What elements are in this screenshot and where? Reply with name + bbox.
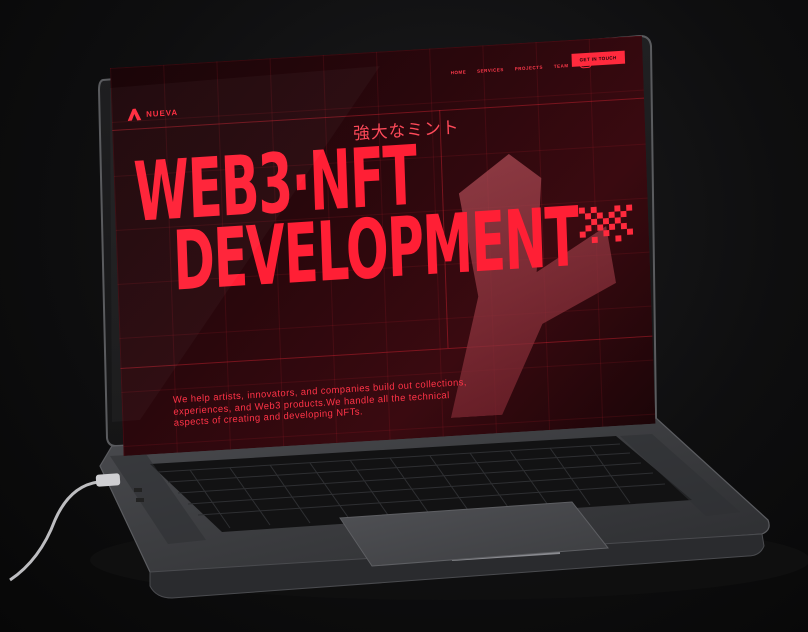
- headline-line-2: DEVELOPMENT: [171, 189, 580, 310]
- nav-home[interactable]: HOME: [451, 69, 467, 75]
- logo-mark-icon: [127, 108, 141, 121]
- brand-name: NUEVA: [145, 107, 179, 119]
- nav-services[interactable]: SERVICES: [477, 67, 504, 74]
- product-photo-scene: NUEVA HOME SERVICES PROJECTS TEAM GET IN…: [0, 0, 808, 632]
- website-on-screen: NUEVA HOME SERVICES PROJECTS TEAM GET IN…: [110, 35, 656, 456]
- nav-team[interactable]: TEAM: [554, 63, 569, 69]
- nav-projects[interactable]: PROJECTS: [515, 65, 544, 72]
- pixel-art-icon: [578, 204, 636, 251]
- hero-headline: WEB3·NFT DEVELOPMENT: [132, 129, 580, 310]
